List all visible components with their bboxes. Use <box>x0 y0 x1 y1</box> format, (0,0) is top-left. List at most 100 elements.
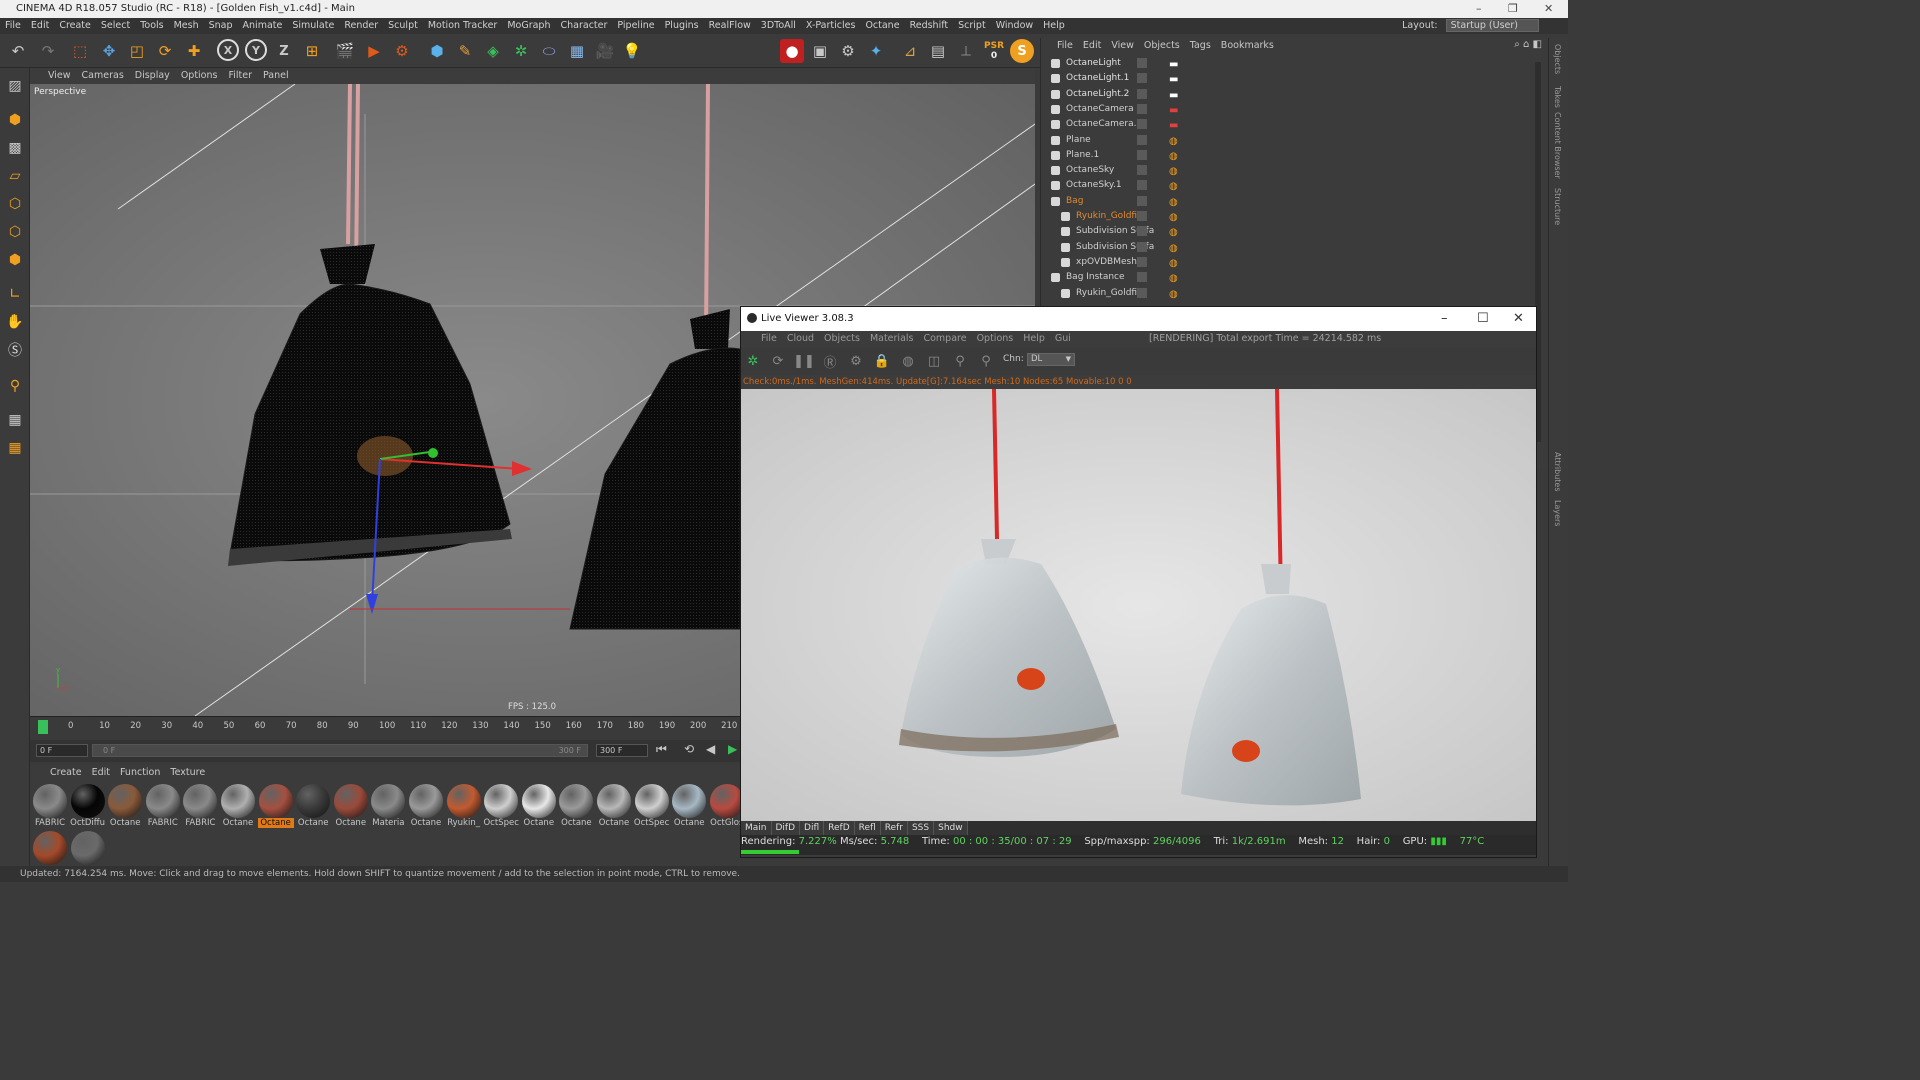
pen-spline-icon[interactable]: ✎ <box>453 39 477 63</box>
current-frame-field[interactable]: 0 F <box>36 744 88 757</box>
object-menu-item[interactable]: Tags <box>1190 40 1211 51</box>
lv-settings-icon[interactable]: ⚙ <box>847 352 865 370</box>
visibility-toggle[interactable] <box>1137 149 1147 160</box>
render-view-icon[interactable]: 🎬 <box>333 39 357 63</box>
material-menu-item[interactable]: Texture <box>170 767 205 778</box>
layout-value[interactable]: Startup (User) <box>1445 19 1539 32</box>
frame-range-slider[interactable]: 0 F 300 F <box>92 744 588 757</box>
render-pass-tab[interactable]: Difl <box>800 821 825 835</box>
menu-item[interactable]: Redshift <box>910 20 949 31</box>
y-axis-arrow[interactable] <box>428 448 438 458</box>
menu-item[interactable]: Sculpt <box>388 20 418 31</box>
object-row[interactable]: Subdivision Surface◍ <box>1041 224 1541 239</box>
menu-item[interactable]: File <box>5 20 21 31</box>
make-editable-icon[interactable]: ▨ <box>3 74 27 98</box>
deformer-icon[interactable]: ⬭ <box>537 39 561 63</box>
menu-item[interactable]: Edit <box>31 20 49 31</box>
object-menu-item[interactable]: Bookmarks <box>1221 40 1274 51</box>
viewport-menu-item[interactable]: Filter <box>228 70 252 81</box>
material-swatch[interactable]: Ryukin_ <box>446 784 482 828</box>
visibility-toggle[interactable] <box>1137 58 1147 68</box>
menu-item[interactable]: Pipeline <box>617 20 654 31</box>
model-mode-icon[interactable]: ⬢ <box>3 108 27 132</box>
live-viewer-menu-item[interactable]: Help <box>1023 333 1045 344</box>
material-swatch[interactable]: FABRIC <box>182 784 218 828</box>
object-row[interactable]: Bag Instance ◍ <box>1041 270 1541 285</box>
lock-resolution-icon[interactable]: 🔒 <box>873 352 891 370</box>
viewport-menu-item[interactable]: Cameras <box>82 70 124 81</box>
menu-item[interactable]: X-Particles <box>806 20 856 31</box>
restart-render-icon[interactable]: ⟳ <box>769 352 787 370</box>
visibility-toggle[interactable] <box>1137 211 1147 221</box>
light-object-icon[interactable]: 💡 <box>620 39 644 63</box>
pick-white-balance-icon[interactable]: ⚲ <box>977 352 995 370</box>
octane-record-icon[interactable]: ● <box>780 39 804 63</box>
cloner-icon[interactable]: ✲ <box>509 39 533 63</box>
menu-item[interactable]: Character <box>560 20 607 31</box>
object-tags[interactable]: ▬ <box>1169 118 1180 133</box>
go-to-start-icon[interactable]: ⏮ <box>656 742 667 757</box>
object-menu-item[interactable]: View <box>1111 40 1134 51</box>
object-tags[interactable]: ◍ <box>1169 164 1180 179</box>
channel-select[interactable]: DL ▼ <box>1027 353 1075 366</box>
y-axis-lock-button[interactable]: Y <box>245 39 267 61</box>
menu-item[interactable]: Mesh <box>174 20 199 31</box>
restore-icon[interactable]: ❐ <box>1508 0 1518 18</box>
object-row[interactable]: OctaneCamera.1 ▬ <box>1041 117 1541 132</box>
object-menu-item[interactable]: File <box>1057 40 1073 51</box>
live-viewer-menu-item[interactable]: File <box>761 333 777 344</box>
live-viewer-menu-item[interactable]: Cloud <box>787 333 814 344</box>
object-tags[interactable]: ◍ <box>1169 271 1180 286</box>
menu-item[interactable]: Octane <box>865 20 899 31</box>
visibility-toggle[interactable] <box>1137 180 1147 191</box>
floor-object-icon[interactable]: ▦ <box>565 39 589 63</box>
soft-selection-icon[interactable]: ⚲ <box>3 374 27 398</box>
menu-item[interactable]: Window <box>996 20 1033 31</box>
send-scene-icon[interactable]: ✲ <box>744 352 762 370</box>
octane-settings-icon[interactable]: ⚙ <box>836 39 860 63</box>
material-swatch[interactable]: OctSpec <box>634 784 670 828</box>
object-tags[interactable]: ◍ <box>1169 256 1180 271</box>
material-swatch[interactable]: Materia <box>370 784 406 828</box>
visibility-toggle[interactable] <box>1137 226 1147 237</box>
move-tool-icon[interactable]: ✥ <box>97 39 121 63</box>
pause-render-icon[interactable]: ❚❚ <box>793 352 815 370</box>
material-swatch[interactable]: OctSpec <box>483 784 519 828</box>
object-tags[interactable]: ◍ <box>1169 287 1180 302</box>
visibility-toggle[interactable] <box>1137 256 1147 267</box>
material-swatch[interactable]: Octane <box>596 784 632 828</box>
step-back-icon[interactable]: ◀ <box>706 742 715 756</box>
menu-item[interactable]: Animate <box>243 20 283 31</box>
object-menu-item[interactable]: Edit <box>1083 40 1101 51</box>
render-pass-tab[interactable]: Shdw <box>934 821 968 835</box>
snapping-icon[interactable]: ⊿ <box>898 39 922 63</box>
rotate-tool-icon[interactable]: ⟳ <box>153 39 177 63</box>
object-tags[interactable]: ◍ <box>1169 149 1180 164</box>
planar-workplane-icon[interactable]: ▦ <box>3 436 27 460</box>
visibility-toggle[interactable] <box>1137 119 1147 130</box>
transform-tool-icon[interactable]: ✚ <box>182 39 206 63</box>
lock-workplane-icon[interactable]: ▦ <box>3 408 27 432</box>
object-row[interactable]: Bag ◍ <box>1041 194 1541 209</box>
axis-mode-icon[interactable]: ∟ <box>3 282 27 306</box>
menu-item[interactable]: 3DToAll <box>761 20 796 31</box>
polygons-mode-icon[interactable]: ⬢ <box>3 248 27 272</box>
cube-object-icon[interactable]: ⬢ <box>425 39 449 63</box>
object-tags[interactable]: ▬ <box>1169 72 1180 87</box>
menu-item[interactable]: Snap <box>209 20 233 31</box>
menu-item[interactable]: Tools <box>140 20 163 31</box>
visibility-toggle[interactable] <box>1137 73 1147 84</box>
material-swatch[interactable]: Octane <box>220 784 256 828</box>
menu-item[interactable]: Create <box>59 20 91 31</box>
render-pass-tab[interactable]: RefD <box>824 821 855 835</box>
region-render-icon[interactable]: Ⓡ <box>821 352 839 371</box>
object-tags[interactable]: ▬ <box>1169 88 1180 103</box>
right-panel-tab[interactable]: Attributes <box>1553 452 1562 492</box>
visibility-toggle[interactable] <box>1137 134 1147 145</box>
material-swatch[interactable]: OctDiffu <box>70 784 106 828</box>
edges-mode-icon[interactable]: ⬡ <box>3 220 27 244</box>
minimize-icon[interactable]: – <box>1476 0 1482 18</box>
render-pass-tab[interactable]: SSS <box>907 821 935 835</box>
guide-icon[interactable]: ⟂ <box>954 39 978 63</box>
object-row[interactable]: OctaneLight ▬ <box>1041 56 1541 71</box>
